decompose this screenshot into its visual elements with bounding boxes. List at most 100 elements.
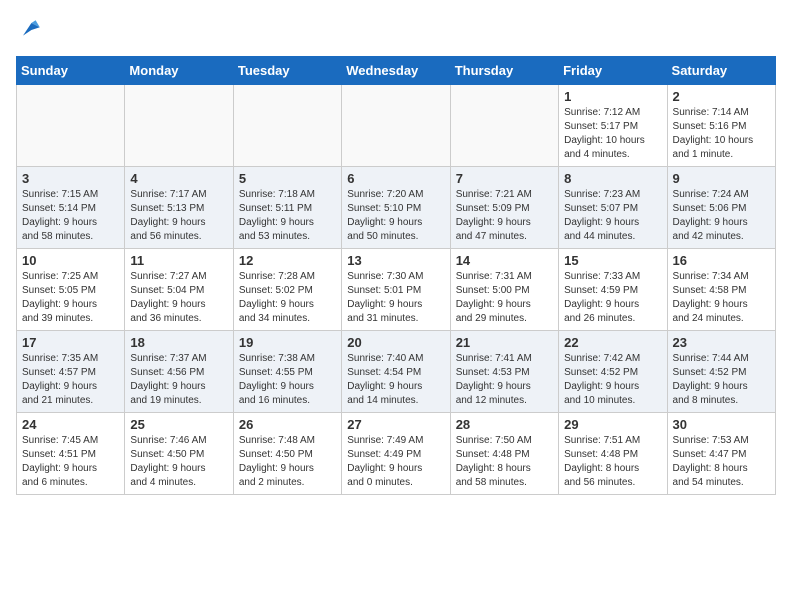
day-number: 22 — [564, 335, 661, 350]
day-number: 27 — [347, 417, 444, 432]
day-number: 15 — [564, 253, 661, 268]
day-number: 8 — [564, 171, 661, 186]
day-number: 24 — [22, 417, 119, 432]
day-info: Sunrise: 7:40 AM Sunset: 4:54 PM Dayligh… — [347, 352, 444, 408]
weekday-header-wednesday: Wednesday — [342, 57, 450, 85]
day-info: Sunrise: 7:23 AM Sunset: 5:07 PM Dayligh… — [564, 188, 661, 244]
calendar-day-cell — [17, 85, 125, 167]
weekday-header-row: SundayMondayTuesdayWednesdayThursdayFrid… — [17, 57, 776, 85]
day-number: 26 — [239, 417, 336, 432]
day-number: 5 — [239, 171, 336, 186]
day-number: 28 — [456, 417, 553, 432]
calendar-day-cell — [125, 85, 233, 167]
day-info: Sunrise: 7:14 AM Sunset: 5:16 PM Dayligh… — [673, 106, 770, 162]
calendar-day-cell: 4 Sunrise: 7:17 AM Sunset: 5:13 PM Daylig… — [125, 167, 233, 249]
calendar-day-cell: 16Sunrise: 7:34 AM Sunset: 4:58 PM Dayli… — [667, 249, 775, 331]
day-number: 25 — [130, 417, 227, 432]
logo — [16, 16, 48, 44]
day-number: 1 — [564, 89, 661, 104]
day-info: Sunrise: 7:53 AM Sunset: 4:47 PM Dayligh… — [673, 434, 770, 490]
day-info: Sunrise: 7:12 AM Sunset: 5:17 PM Dayligh… — [564, 106, 661, 162]
calendar-day-cell: 20 Sunrise: 7:40 AM Sunset: 4:54 PM Dayli… — [342, 331, 450, 413]
day-number: 14 — [456, 253, 553, 268]
calendar-week-row: 17 Sunrise: 7:35 AM Sunset: 4:57 PM Dayli… — [17, 331, 776, 413]
calendar-day-cell: 26 Sunrise: 7:48 AM Sunset: 4:50 PM Dayli… — [233, 413, 341, 495]
calendar-week-row: 10 Sunrise: 7:25 AM Sunset: 5:05 PM Dayli… — [17, 249, 776, 331]
calendar-day-cell: 27 Sunrise: 7:49 AM Sunset: 4:49 PM Dayli… — [342, 413, 450, 495]
weekday-header-thursday: Thursday — [450, 57, 558, 85]
day-info: Sunrise: 7:33 AM Sunset: 4:59 PM Dayligh… — [564, 270, 661, 326]
calendar-day-cell: 15 Sunrise: 7:33 AM Sunset: 4:59 PM Dayli… — [559, 249, 667, 331]
day-info: Sunrise: 7:46 AM Sunset: 4:50 PM Dayligh… — [130, 434, 227, 490]
calendar-day-cell: 22 Sunrise: 7:42 AM Sunset: 4:52 PM Dayli… — [559, 331, 667, 413]
day-number: 2 — [673, 89, 770, 104]
day-info: Sunrise: 7:28 AM Sunset: 5:02 PM Dayligh… — [239, 270, 336, 326]
day-info: Sunrise: 7:42 AM Sunset: 4:52 PM Dayligh… — [564, 352, 661, 408]
day-info: Sunrise: 7:37 AM Sunset: 4:56 PM Dayligh… — [130, 352, 227, 408]
day-info: Sunrise: 7:17 AM Sunset: 5:13 PM Dayligh… — [130, 188, 227, 244]
day-info: Sunrise: 7:45 AM Sunset: 4:51 PM Dayligh… — [22, 434, 119, 490]
calendar-day-cell — [342, 85, 450, 167]
day-number: 23 — [673, 335, 770, 350]
weekday-header-sunday: Sunday — [17, 57, 125, 85]
weekday-header-friday: Friday — [559, 57, 667, 85]
calendar-day-cell: 19 Sunrise: 7:38 AM Sunset: 4:55 PM Dayli… — [233, 331, 341, 413]
day-info: Sunrise: 7:20 AM Sunset: 5:10 PM Dayligh… — [347, 188, 444, 244]
calendar-day-cell: 13 Sunrise: 7:30 AM Sunset: 5:01 PM Dayli… — [342, 249, 450, 331]
day-info: Sunrise: 7:41 AM Sunset: 4:53 PM Dayligh… — [456, 352, 553, 408]
calendar-day-cell: 12Sunrise: 7:28 AM Sunset: 5:02 PM Dayli… — [233, 249, 341, 331]
calendar-week-row: 24 Sunrise: 7:45 AM Sunset: 4:51 PM Dayli… — [17, 413, 776, 495]
calendar-day-cell: 29 Sunrise: 7:51 AM Sunset: 4:48 PM Dayli… — [559, 413, 667, 495]
day-number: 3 — [22, 171, 119, 186]
day-number: 29 — [564, 417, 661, 432]
calendar-day-cell: 21 Sunrise: 7:41 AM Sunset: 4:53 PM Dayli… — [450, 331, 558, 413]
calendar-week-row: 1 Sunrise: 7:12 AM Sunset: 5:17 PM Daylig… — [17, 85, 776, 167]
day-info: Sunrise: 7:15 AM Sunset: 5:14 PM Dayligh… — [22, 188, 119, 244]
day-number: 18 — [130, 335, 227, 350]
day-info: Sunrise: 7:18 AM Sunset: 5:11 PM Dayligh… — [239, 188, 336, 244]
day-number: 13 — [347, 253, 444, 268]
day-number: 17 — [22, 335, 119, 350]
calendar-day-cell: 2 Sunrise: 7:14 AM Sunset: 5:16 PM Daylig… — [667, 85, 775, 167]
weekday-header-monday: Monday — [125, 57, 233, 85]
day-number: 7 — [456, 171, 553, 186]
day-info: Sunrise: 7:51 AM Sunset: 4:48 PM Dayligh… — [564, 434, 661, 490]
day-number: 10 — [22, 253, 119, 268]
page-header — [16, 16, 776, 44]
day-info: Sunrise: 7:38 AM Sunset: 4:55 PM Dayligh… — [239, 352, 336, 408]
day-number: 11 — [130, 253, 227, 268]
day-info: Sunrise: 7:24 AM Sunset: 5:06 PM Dayligh… — [673, 188, 770, 244]
calendar-day-cell: 18 Sunrise: 7:37 AM Sunset: 4:56 PM Dayli… — [125, 331, 233, 413]
calendar-day-cell: 8 Sunrise: 7:23 AM Sunset: 5:07 PM Daylig… — [559, 167, 667, 249]
day-info: Sunrise: 7:35 AM Sunset: 4:57 PM Dayligh… — [22, 352, 119, 408]
weekday-header-tuesday: Tuesday — [233, 57, 341, 85]
calendar-day-cell: 3 Sunrise: 7:15 AM Sunset: 5:14 PM Daylig… — [17, 167, 125, 249]
calendar-day-cell: 10 Sunrise: 7:25 AM Sunset: 5:05 PM Dayli… — [17, 249, 125, 331]
day-info: Sunrise: 7:25 AM Sunset: 5:05 PM Dayligh… — [22, 270, 119, 326]
calendar-day-cell: 25 Sunrise: 7:46 AM Sunset: 4:50 PM Dayli… — [125, 413, 233, 495]
day-info: Sunrise: 7:50 AM Sunset: 4:48 PM Dayligh… — [456, 434, 553, 490]
calendar-day-cell: 5 Sunrise: 7:18 AM Sunset: 5:11 PM Daylig… — [233, 167, 341, 249]
day-info: Sunrise: 7:44 AM Sunset: 4:52 PM Dayligh… — [673, 352, 770, 408]
logo-icon — [16, 16, 44, 44]
day-info: Sunrise: 7:49 AM Sunset: 4:49 PM Dayligh… — [347, 434, 444, 490]
weekday-header-saturday: Saturday — [667, 57, 775, 85]
calendar-day-cell: 24 Sunrise: 7:45 AM Sunset: 4:51 PM Dayli… — [17, 413, 125, 495]
calendar-day-cell: 6 Sunrise: 7:20 AM Sunset: 5:10 PM Daylig… — [342, 167, 450, 249]
day-number: 16 — [673, 253, 770, 268]
day-number: 6 — [347, 171, 444, 186]
day-number: 4 — [130, 171, 227, 186]
calendar-day-cell — [233, 85, 341, 167]
day-info: Sunrise: 7:48 AM Sunset: 4:50 PM Dayligh… — [239, 434, 336, 490]
calendar-day-cell: 9Sunrise: 7:24 AM Sunset: 5:06 PM Daylig… — [667, 167, 775, 249]
calendar-table: SundayMondayTuesdayWednesdayThursdayFrid… — [16, 56, 776, 495]
day-info: Sunrise: 7:21 AM Sunset: 5:09 PM Dayligh… — [456, 188, 553, 244]
calendar-day-cell: 23 Sunrise: 7:44 AM Sunset: 4:52 PM Dayli… — [667, 331, 775, 413]
day-info: Sunrise: 7:30 AM Sunset: 5:01 PM Dayligh… — [347, 270, 444, 326]
calendar-day-cell: 17 Sunrise: 7:35 AM Sunset: 4:57 PM Dayli… — [17, 331, 125, 413]
day-number: 20 — [347, 335, 444, 350]
day-number: 19 — [239, 335, 336, 350]
day-info: Sunrise: 7:31 AM Sunset: 5:00 PM Dayligh… — [456, 270, 553, 326]
day-number: 21 — [456, 335, 553, 350]
day-number: 30 — [673, 417, 770, 432]
